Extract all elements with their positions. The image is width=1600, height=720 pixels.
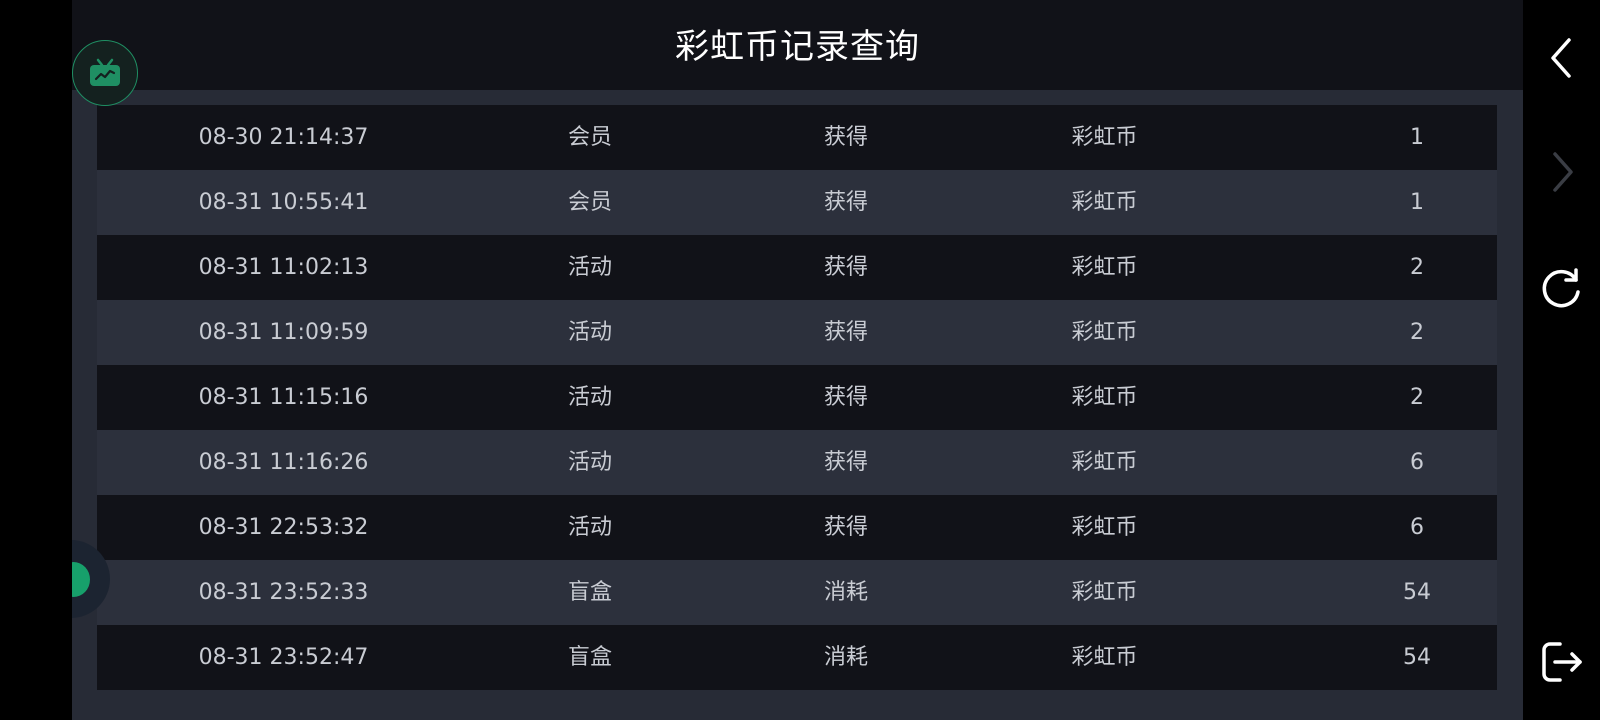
record-time: 08-31 22:53:32 [198,515,369,540]
main-content: 彩虹币记录查询 08-30 21:14:37 会员 获得 彩虹币 1 08-31… [72,0,1523,720]
record-amount: 2 [1410,385,1424,410]
record-amount: 6 [1410,450,1424,475]
record-time: 08-30 21:14:37 [198,125,369,150]
header-bar: 彩虹币记录查询 [72,0,1523,90]
record-type: 获得 [823,515,868,540]
record-source: 盲盒 [567,645,612,670]
record-time: 08-31 23:52:33 [198,580,369,605]
record-currency: 彩虹币 [1071,385,1138,410]
record-amount: 54 [1403,645,1431,670]
record-source: 盲盒 [567,580,612,605]
record-type: 获得 [823,450,868,475]
record-source: 活动 [567,320,612,345]
app-screen: 彩虹币记录查询 08-30 21:14:37 会员 获得 彩虹币 1 08-31… [0,0,1600,720]
record-currency: 彩虹币 [1071,645,1138,670]
record-amount: 54 [1403,580,1431,605]
records-table: 08-30 21:14:37 会员 获得 彩虹币 1 08-31 10:55:4… [97,105,1497,690]
refresh-button[interactable] [1536,262,1588,314]
record-currency: 彩虹币 [1071,255,1138,280]
table-row: 08-31 11:15:16 活动 获得 彩虹币 2 [97,365,1497,430]
table-row: 08-31 10:55:41 会员 获得 彩虹币 1 [97,170,1497,235]
exit-button[interactable] [1536,636,1588,688]
record-time: 08-31 23:52:47 [198,645,369,670]
record-source: 活动 [567,515,612,540]
record-amount: 2 [1410,255,1424,280]
right-nav-bar [1523,0,1600,720]
record-amount: 2 [1410,320,1424,345]
record-time: 08-31 11:15:16 [198,385,369,410]
record-type: 获得 [823,320,868,345]
page-title: 彩虹币记录查询 [675,26,920,67]
exit-icon [1542,642,1582,682]
record-amount: 1 [1410,190,1424,215]
record-currency: 彩虹币 [1071,580,1138,605]
app-logo-button[interactable] [72,40,138,106]
refresh-icon [1542,268,1580,308]
back-button[interactable] [1536,32,1588,84]
record-source: 活动 [567,255,612,280]
record-currency: 彩虹币 [1071,515,1138,540]
record-type: 消耗 [823,580,868,605]
record-time: 08-31 11:02:13 [198,255,369,280]
record-currency: 彩虹币 [1071,450,1138,475]
tv-icon [90,58,120,86]
chevron-right-icon [1553,152,1573,192]
record-type: 获得 [823,255,868,280]
chevron-left-icon [1551,38,1571,78]
record-type: 获得 [823,125,868,150]
record-type: 获得 [823,190,868,215]
record-time: 08-31 11:16:26 [198,450,369,475]
record-amount: 6 [1410,515,1424,540]
forward-button[interactable] [1536,146,1588,198]
left-edge-mask [0,520,72,640]
record-currency: 彩虹币 [1071,320,1138,345]
record-source: 会员 [567,190,612,215]
table-row: 08-31 11:16:26 活动 获得 彩虹币 6 [97,430,1497,495]
table-row: 08-31 22:53:32 活动 获得 彩虹币 6 [97,495,1497,560]
record-time: 08-31 11:09:59 [198,320,369,345]
table-row: 08-30 21:14:37 会员 获得 彩虹币 1 [97,105,1497,170]
table-row: 08-31 23:52:47 盲盒 消耗 彩虹币 54 [97,625,1497,690]
record-type: 消耗 [823,645,868,670]
table-row: 08-31 11:09:59 活动 获得 彩虹币 2 [97,300,1497,365]
table-row: 08-31 23:52:33 盲盒 消耗 彩虹币 54 [97,560,1497,625]
record-source: 会员 [567,125,612,150]
record-currency: 彩虹币 [1071,125,1138,150]
record-time: 08-31 10:55:41 [198,190,369,215]
record-source: 活动 [567,450,612,475]
record-type: 获得 [823,385,868,410]
record-currency: 彩虹币 [1071,190,1138,215]
record-amount: 1 [1410,125,1424,150]
table-row: 08-31 11:02:13 活动 获得 彩虹币 2 [97,235,1497,300]
record-source: 活动 [567,385,612,410]
